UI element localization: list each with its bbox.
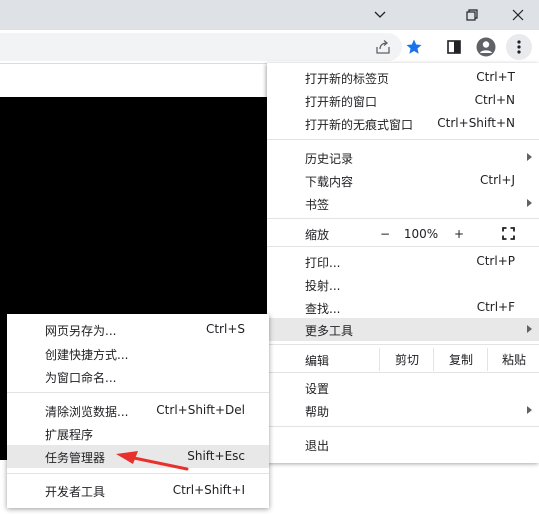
menu-item-shortcut: Ctrl+Shift+I <box>172 483 245 497</box>
copy-button[interactable]: 复制 <box>433 348 488 371</box>
menu-item-label: 清除浏览数据... <box>45 405 129 419</box>
menu-item-help[interactable]: 帮助 <box>267 399 539 422</box>
submenu-item-name-window[interactable]: 为窗口命名... <box>7 365 269 388</box>
menu-item-label: 打印... <box>305 256 341 270</box>
menu-item-label: 扩展程序 <box>45 428 94 442</box>
submenu-item-dev-tools[interactable]: 开发者工具 Ctrl+Shift+I <box>7 479 269 502</box>
zoom-value: 100% <box>403 226 439 241</box>
menu-divider <box>7 392 269 393</box>
menu-item-label: 查找... <box>305 302 341 316</box>
menu-item-label: 为窗口命名... <box>45 371 117 385</box>
menu-item-shortcut: Ctrl+T <box>476 70 515 84</box>
menu-item-print[interactable]: 打印... Ctrl+P <box>267 250 539 273</box>
menu-item-label: 设置 <box>305 382 330 396</box>
menu-item-shortcut: Ctrl+J <box>480 173 515 187</box>
menu-item-label: 投射... <box>305 279 341 293</box>
menu-zoom-row: 缩放 − 100% + <box>267 222 539 245</box>
close-icon[interactable] <box>495 0 539 30</box>
share-icon[interactable] <box>370 34 396 60</box>
cut-button[interactable]: 剪切 <box>379 348 434 371</box>
menu-item-exit[interactable]: 退出 <box>267 433 539 456</box>
menu-item-shortcut: Ctrl+N <box>474 93 515 107</box>
menu-item-bookmarks[interactable]: 书签 <box>267 192 539 215</box>
submenu-item-save-page[interactable]: 网页另存为... Ctrl+S <box>7 318 269 341</box>
restore-icon[interactable] <box>449 0 495 30</box>
menu-item-cast[interactable]: 投射... <box>267 273 539 296</box>
menu-item-new-incognito[interactable]: 打开新的无痕式窗口 Ctrl+Shift+N <box>267 112 539 135</box>
menu-divider <box>267 344 539 345</box>
menu-item-label: 开发者工具 <box>45 485 106 499</box>
menu-item-shortcut: Shift+Esc <box>187 449 245 463</box>
annotation-arrow-icon <box>116 451 189 471</box>
menu-item-downloads[interactable]: 下载内容 Ctrl+J <box>267 169 539 192</box>
menu-item-history[interactable]: 历史记录 <box>267 146 539 169</box>
edit-label: 编辑 <box>305 354 330 368</box>
menu-item-label: 创建快捷方式... <box>45 348 129 362</box>
menu-item-label: 任务管理器 <box>45 451 106 465</box>
menu-divider <box>267 426 539 427</box>
browser-toolbar <box>0 30 539 64</box>
title-bar <box>0 0 539 30</box>
submenu-item-extensions[interactable]: 扩展程序 <box>7 422 269 445</box>
menu-item-find[interactable]: 查找... Ctrl+F <box>267 296 539 319</box>
menu-item-more-tools[interactable]: 更多工具 <box>267 318 539 341</box>
fullscreen-icon[interactable] <box>497 222 519 245</box>
submenu-item-create-shortcut[interactable]: 创建快捷方式... <box>7 342 269 365</box>
menu-item-label: 退出 <box>305 439 330 453</box>
address-bar[interactable] <box>0 33 402 61</box>
chevron-down-icon[interactable] <box>357 0 403 30</box>
submenu-item-clear-data[interactable]: 清除浏览数据... Ctrl+Shift+Del <box>7 399 269 422</box>
submenu-arrow-icon <box>527 325 532 333</box>
menu-item-new-tab[interactable]: 打开新的标签页 Ctrl+T <box>267 66 539 89</box>
menu-item-shortcut: Ctrl+F <box>476 300 515 314</box>
side-panel-icon[interactable] <box>441 34 467 60</box>
star-icon[interactable] <box>401 34 427 60</box>
zoom-label: 缩放 <box>305 228 330 242</box>
zoom-in-button[interactable]: + <box>451 222 467 245</box>
paste-button[interactable]: 粘贴 <box>487 348 539 371</box>
zoom-out-button[interactable]: − <box>377 222 393 245</box>
menu-divider <box>267 139 539 140</box>
menu-item-label: 网页另存为... <box>45 324 117 338</box>
menu-divider <box>267 218 539 219</box>
menu-divider <box>7 473 269 474</box>
submenu-arrow-icon <box>527 199 532 207</box>
more-tools-submenu: 网页另存为... Ctrl+S 创建快捷方式... 为窗口命名... 清除浏览数… <box>7 314 269 508</box>
menu-item-label: 历史记录 <box>305 152 354 166</box>
menu-divider <box>267 372 539 373</box>
menu-item-new-window[interactable]: 打开新的窗口 Ctrl+N <box>267 89 539 112</box>
menu-edit-row: 编辑 剪切 复制 粘贴 <box>267 348 539 371</box>
menu-item-shortcut: Ctrl+Shift+Del <box>156 403 245 417</box>
menu-item-label: 打开新的无痕式窗口 <box>305 118 414 132</box>
menu-item-label: 下载内容 <box>305 175 354 189</box>
chrome-main-menu: 打开新的标签页 Ctrl+T 打开新的窗口 Ctrl+N 打开新的无痕式窗口 C… <box>267 63 539 463</box>
menu-item-label: 书签 <box>305 198 330 212</box>
menu-item-settings[interactable]: 设置 <box>267 376 539 399</box>
menu-item-label: 帮助 <box>305 405 330 419</box>
profile-icon[interactable] <box>473 34 499 60</box>
menu-item-label: 更多工具 <box>305 324 354 338</box>
submenu-arrow-icon <box>527 153 532 161</box>
submenu-arrow-icon <box>527 406 532 414</box>
watermark: CSDN @宋JK <box>410 489 508 508</box>
menu-item-label: 打开新的标签页 <box>305 72 390 86</box>
menu-item-shortcut: Ctrl+P <box>476 254 515 268</box>
menu-item-label: 打开新的窗口 <box>305 95 378 109</box>
menu-item-shortcut: Ctrl+Shift+N <box>437 116 515 130</box>
menu-item-shortcut: Ctrl+S <box>205 322 245 336</box>
more-icon[interactable] <box>506 34 532 60</box>
menu-divider <box>267 246 539 247</box>
